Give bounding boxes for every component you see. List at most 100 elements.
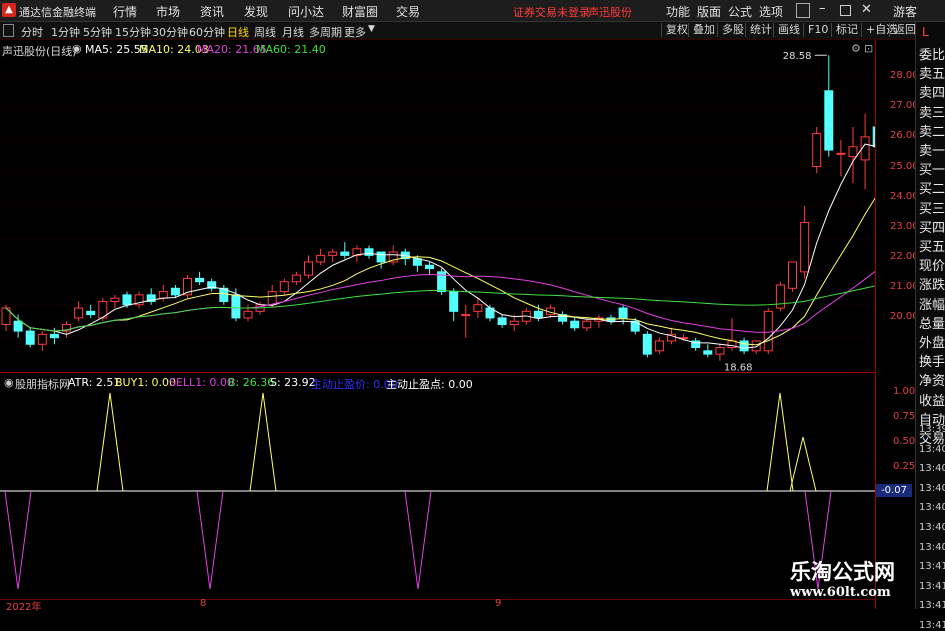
quote-label: 买三 — [919, 201, 945, 217]
candle-body — [25, 330, 35, 345]
candle-body — [267, 291, 277, 306]
stock-alert[interactable]: 声迅股份 — [588, 4, 632, 20]
quote-label: 卖二 — [919, 124, 945, 140]
candle-body — [13, 320, 23, 332]
quote-label: 总量 — [919, 316, 945, 332]
quote-label: 卖五 — [919, 67, 945, 83]
menu-quotes[interactable]: 行情 — [113, 3, 137, 20]
indicator-tick: 0.50 — [893, 436, 916, 447]
tool-mark[interactable]: 标记 — [831, 23, 862, 37]
panel-toggle-icon[interactable] — [3, 24, 14, 37]
menu-ask[interactable]: 问小达 — [288, 3, 324, 20]
candle — [570, 317, 580, 332]
period-30min[interactable]: 30分钟 — [152, 24, 188, 40]
maximize-icon[interactable] — [840, 5, 851, 16]
sell-signal-spike — [196, 490, 224, 590]
date-label: 8 — [200, 598, 207, 609]
candle-body — [642, 333, 652, 355]
period-weekly[interactable]: 周线 — [254, 24, 276, 40]
candle-body — [461, 314, 471, 317]
ma60-line — [5, 285, 875, 332]
candle — [558, 311, 568, 325]
candle — [715, 344, 725, 361]
close-icon[interactable]: ✕ — [861, 2, 872, 17]
candle-body — [775, 284, 785, 309]
candle — [800, 206, 810, 279]
user-guest[interactable]: 游客 — [893, 3, 917, 20]
tool-overlay[interactable]: 叠加 — [688, 23, 719, 37]
menu-options[interactable]: 选项 — [759, 3, 783, 20]
indicator-tick: 0.25 — [893, 461, 916, 472]
candle — [219, 285, 229, 305]
candlestick-chart[interactable]: 28.58 18.68 — [0, 40, 875, 372]
candle-body — [800, 221, 810, 273]
period-more[interactable]: 更多 — [344, 24, 366, 40]
user-icon[interactable] — [796, 3, 810, 18]
indicator-tick: 1.00 — [893, 386, 916, 397]
candle-body — [824, 90, 834, 151]
login-alert[interactable]: 证券交易未登录 — [513, 4, 590, 20]
low-price-label: 18.68 — [724, 363, 753, 372]
period-monthly[interactable]: 月线 — [282, 24, 304, 40]
candle — [485, 304, 495, 322]
candle — [449, 288, 459, 322]
candle-body — [304, 261, 313, 276]
candle-body — [49, 333, 59, 339]
menu-formula[interactable]: 公式 — [728, 3, 752, 20]
period-60min[interactable]: 60分钟 — [189, 24, 225, 40]
period-daily[interactable]: 日线 — [227, 24, 249, 40]
candle-body — [812, 133, 822, 168]
candle-body — [509, 320, 519, 326]
candle-body — [243, 310, 253, 319]
chevron-down-icon[interactable]: ▼ — [368, 24, 375, 34]
minimize-icon[interactable]: – — [819, 1, 826, 16]
menu-market[interactable]: 市场 — [156, 3, 180, 20]
panel-header[interactable]: L — [922, 25, 929, 39]
watermark-title: 乐淘公式网 — [790, 559, 895, 584]
period-1min[interactable]: 1分钟 — [51, 24, 80, 40]
candle-body — [533, 310, 543, 319]
indicator-tick: 0.75 — [893, 411, 916, 422]
period-5min[interactable]: 5分钟 — [83, 24, 112, 40]
tool-f10[interactable]: F10 — [803, 23, 832, 37]
candle-body — [37, 333, 47, 345]
tool-stats[interactable]: 统计 — [745, 23, 776, 37]
tool-draw-line[interactable]: 画线 — [773, 23, 804, 37]
candle-body — [715, 347, 725, 355]
candle-body — [703, 350, 713, 355]
menu-news[interactable]: 资讯 — [200, 3, 224, 20]
candle-body — [122, 294, 132, 306]
candle-body — [110, 297, 120, 302]
trade-time: 13:40 — [919, 541, 945, 553]
quote-label: 买二 — [919, 182, 945, 198]
candle — [183, 275, 192, 299]
menu-function[interactable]: 功能 — [666, 3, 690, 20]
candle-body — [279, 281, 289, 293]
date-label: 9 — [495, 598, 502, 609]
quote-label: 卖三 — [919, 105, 945, 121]
menu-layout[interactable]: 版面 — [697, 3, 721, 20]
sell-signal-spike — [404, 490, 432, 590]
quote-label: 卖四 — [919, 86, 945, 102]
menu-wealth[interactable]: 财富圈 — [342, 3, 378, 20]
period-multi[interactable]: 多周期 — [309, 24, 342, 40]
trade-time: 13:40 — [919, 502, 945, 514]
indicator-chart[interactable] — [0, 373, 875, 600]
high-price-label: 28.58 — [783, 51, 812, 62]
quote-label: 换手 — [919, 355, 945, 371]
menu-trade[interactable]: 交易 — [396, 3, 420, 20]
trade-time: 13:40 — [919, 443, 945, 455]
candle-body — [763, 310, 773, 352]
tool-multi-stock[interactable]: 多股 — [717, 23, 748, 37]
menu-discover[interactable]: 发现 — [244, 3, 268, 20]
candle — [654, 337, 664, 355]
candle — [473, 298, 483, 318]
candle — [425, 261, 434, 276]
date-label: 2022年 — [6, 602, 42, 613]
period-tick[interactable]: 分时 — [21, 24, 43, 40]
candle-body — [158, 291, 168, 299]
period-15min[interactable]: 15分钟 — [115, 24, 151, 40]
quote-label: 收益 — [919, 393, 945, 409]
candle — [364, 245, 374, 259]
candle — [13, 314, 23, 338]
